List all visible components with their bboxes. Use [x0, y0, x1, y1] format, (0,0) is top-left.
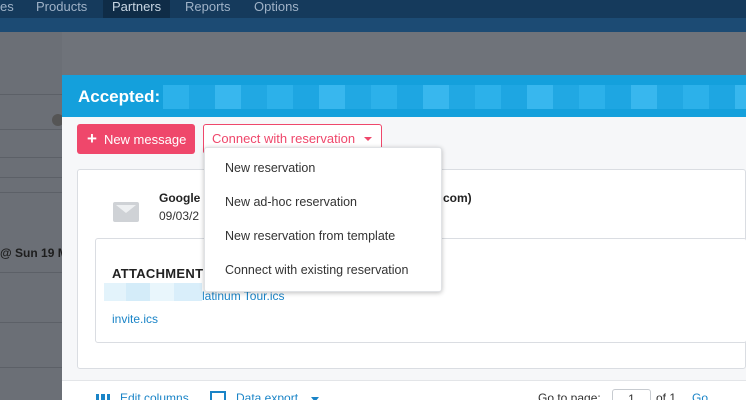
nav-item-products[interactable]: Products — [36, 0, 87, 18]
sender-name: Google — [159, 191, 201, 205]
divider — [0, 129, 62, 130]
divider — [0, 367, 62, 368]
modal-header: Accepted: — [62, 75, 746, 117]
menu-item-connect-existing[interactable]: Connect with existing reservation — [205, 255, 441, 285]
export-icon[interactable] — [210, 391, 226, 400]
data-export-link[interactable]: Data export — [236, 391, 298, 400]
new-message-button[interactable]: + New message — [77, 124, 195, 154]
go-button[interactable]: Go — [692, 391, 708, 400]
background-page: @ Sun 19 M — [0, 32, 68, 400]
background-date: @ Sun 19 M — [0, 246, 68, 260]
menu-item-new-adhoc-reservation[interactable]: New ad-hoc reservation — [205, 187, 441, 217]
page-header-band — [0, 18, 746, 32]
sender-email-tail: com) — [443, 191, 472, 205]
edit-columns-link[interactable]: Edit columns — [120, 391, 189, 400]
columns-icon[interactable] — [96, 394, 110, 400]
divider — [0, 177, 62, 178]
redacted-subject — [163, 85, 746, 109]
plus-icon: + — [87, 129, 97, 148]
nav-item-partial[interactable]: es — [0, 0, 14, 18]
nav-item-reports[interactable]: Reports — [185, 0, 231, 18]
modal-title: Accepted: — [78, 87, 161, 106]
divider — [0, 322, 62, 323]
menu-item-reservation-from-template[interactable]: New reservation from template — [205, 221, 441, 251]
divider — [0, 94, 62, 95]
divider — [0, 157, 62, 158]
envelope-icon — [113, 202, 139, 222]
new-message-label: New message — [103, 132, 187, 147]
connect-reservation-menu: New reservation New ad-hoc reservation N… — [204, 147, 442, 292]
divider — [0, 192, 62, 193]
go-to-page-label: Go to page: — [538, 391, 601, 400]
attachment-link[interactable]: invite.ics — [112, 312, 158, 326]
top-nav: es Products Partners Reports Options — [0, 0, 746, 18]
connect-label: Connect with reservation — [212, 131, 356, 146]
attachments-title: ATTACHMENT — [112, 266, 204, 281]
nav-item-partners[interactable]: Partners — [103, 0, 171, 18]
page-number-input[interactable]: 1 — [612, 389, 651, 400]
nav-item-options[interactable]: Options — [254, 0, 299, 18]
redacted-filename — [104, 283, 202, 301]
menu-item-new-reservation[interactable]: New reservation — [205, 153, 441, 183]
modal-footer: Edit columns Data export Go to page: 1 o… — [62, 380, 746, 400]
chevron-down-icon — [364, 137, 372, 141]
page-total: of 1 — [656, 391, 677, 400]
divider — [0, 272, 62, 273]
message-date: 09/03/2 — [159, 209, 200, 223]
